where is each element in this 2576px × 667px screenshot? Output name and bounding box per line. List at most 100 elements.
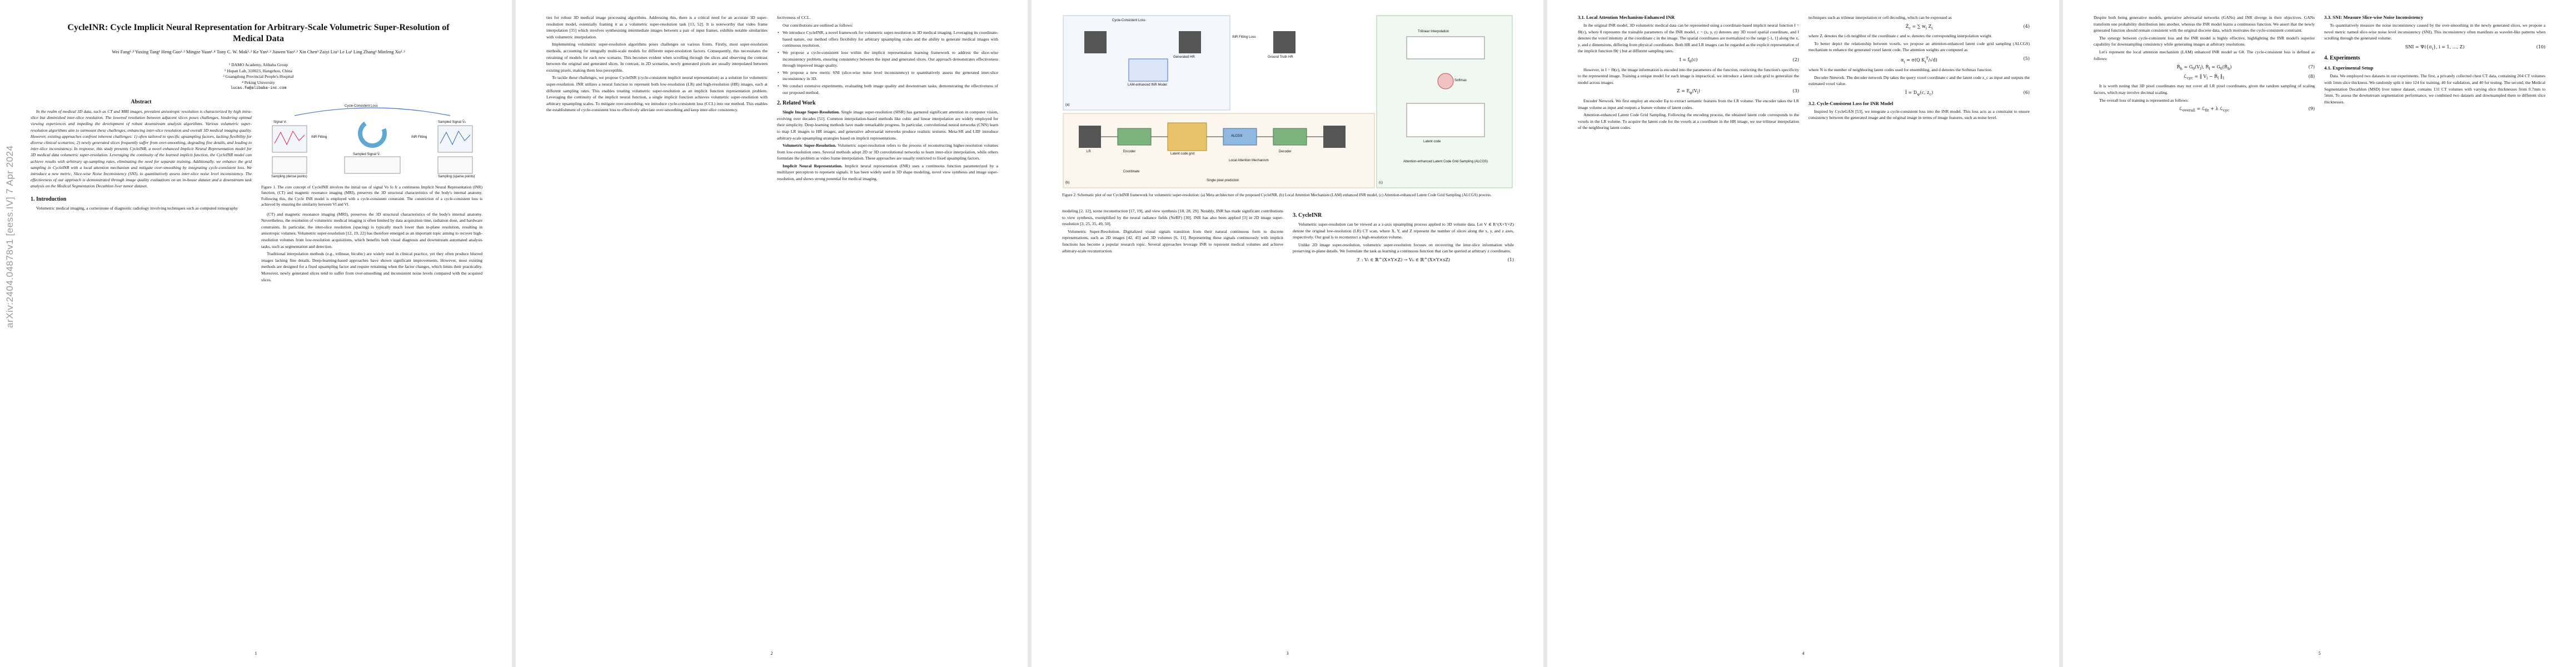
- paragraph: Unlike 2D image super-resolution, volume…: [1293, 242, 1514, 254]
- generated-hr-image: [1179, 31, 1201, 53]
- related-paragraph: Volumetric Super-Resolution. Volumetric …: [777, 143, 998, 161]
- intro-text: Volumetric medical imaging, a cornerston…: [36, 205, 238, 211]
- sampling-dense-label: Sampling (dense points): [271, 175, 307, 178]
- paragraph: techniques such as trilinear interpolati…: [1808, 15, 1952, 20]
- decoder-label: Decoder: [1279, 150, 1292, 153]
- equation: I = fθ(c) (2): [1679, 57, 1799, 64]
- figure-1-caption: Figure 1. The core concept of CycleINR i…: [261, 185, 482, 207]
- page-1: arXiv:2404.04878v1 [eess.IV] 7 Apr 2024 …: [0, 0, 512, 667]
- encoder-label: Encoder: [1123, 150, 1136, 153]
- trilinear-label: Trilinear Interpolation: [1418, 30, 1449, 33]
- paragraph: (CT) and magnetic resonance imaging (MRI…: [261, 211, 482, 249]
- paragraph: To better depict the relationship betwee…: [1808, 41, 2030, 53]
- lr-volume-image: [1084, 31, 1107, 53]
- related-work-heading: 2. Related Work: [777, 100, 816, 107]
- paragraph: Data. We employed two datasets in our ex…: [2324, 73, 2545, 104]
- paragraph: However, in I = fθ(c), the image informa…: [1578, 67, 1799, 85]
- page5-right-column: 3.3. SNI: Measure Slice-wise Noise Incon…: [2324, 14, 2545, 106]
- signal-l-label: Signal Vₗ: [273, 121, 287, 124]
- lr-label: LR: [1087, 150, 1091, 153]
- alcgs-title: Attention-enhanced Latent Code Grid Samp…: [1403, 160, 1488, 163]
- encoder-block: [1117, 128, 1152, 146]
- inr-fit-plot-left: [272, 156, 307, 174]
- figure-1: Cycle-Consistent Loss Signal Vₗ Sampled …: [261, 99, 482, 181]
- panel-a-tag: (a): [1065, 103, 1070, 107]
- sampled-h-label: Sampled Signal V̂ₕ: [438, 121, 466, 124]
- cycle-arrow: [294, 107, 451, 116]
- softmax-node: [1437, 73, 1454, 89]
- equation: Z = Eφ(Vl) (3): [1676, 88, 1799, 95]
- cycle-loss-label: Cycle-Consistent Loss: [1112, 19, 1145, 22]
- page-4: 3.1. Local Attention Mechanism-Enhanced …: [1547, 0, 2059, 667]
- page1-right-column: Figure 1. The core concept of CycleINR i…: [261, 185, 482, 284]
- affiliations: ¹ DAMO Academy, Alibaba Group ² Hupan Lab…: [223, 62, 294, 91]
- contribution-item: We propose a cycle-consistent loss withi…: [777, 49, 998, 69]
- abstract-text: In the realm of medical 3D data, such as…: [31, 109, 252, 189]
- page-3: Cycle-Consistent Loss LAM-enhanced INR M…: [1032, 0, 1543, 667]
- paragraph: Volumetric super-resolution can be viewe…: [1293, 222, 1514, 240]
- paragraph: Implementing volumetric super-resolution…: [546, 42, 768, 73]
- latent-grid-label: Latent code grid: [1170, 152, 1195, 156]
- ground-truth-label: Ground Truth HR: [1268, 56, 1293, 59]
- panel-c-tag: (c): [1379, 181, 1383, 185]
- page-number: 5: [2318, 651, 2321, 656]
- coordinate-label: Coordinate: [1123, 170, 1140, 173]
- page2-left-column: ties for robust 3D medical image process…: [546, 14, 768, 115]
- equation: SNI = Ψ({σi}, i = 1, …, Z) (10): [2405, 44, 2545, 51]
- paragraph: Despite both being generative models, ge…: [2094, 15, 2315, 33]
- paper-title: CycleINR: Cycle Implicit Neural Represen…: [67, 23, 450, 43]
- equation: ℒcyc = ‖ Vl − Ṙl ‖1 (8): [2184, 73, 2315, 81]
- panel-b-box: [1063, 113, 1375, 188]
- lam-label: Local Attention Mechanism: [1229, 159, 1269, 162]
- alcgs-label: ALCGS: [1231, 135, 1243, 138]
- page-number: 2: [770, 651, 773, 656]
- paragraph: The overall loss of training is represen…: [2099, 97, 2189, 103]
- decoder-block: [1273, 128, 1307, 146]
- latent-code-box: [1406, 103, 1485, 137]
- page-number: 1: [255, 651, 257, 656]
- page-5: Despite both being generative models, ge…: [2063, 0, 2576, 667]
- page4-right-column: techniques such as trilinear interpolati…: [1808, 14, 2030, 122]
- output-image: [1323, 126, 1346, 148]
- paragraph: Let's represent the local attention mech…: [2094, 49, 2315, 61]
- page5-left-column: Despite both being generative models, ge…: [2094, 14, 2315, 116]
- figure-1-diagram: [272, 107, 473, 174]
- paragraph: where N is the number of neighboring lat…: [1808, 67, 1992, 73]
- paragraph: Decoder Network. The decoder network Dψ …: [1808, 74, 2030, 87]
- page4-left-column: 3.1. Local Attention Mechanism-Enhanced …: [1578, 14, 1799, 132]
- figure-2-caption: Figure 2. Schematic plot of our CycleINR…: [1062, 193, 1492, 197]
- sampling-sparse-label: Sampling (sparse points): [438, 175, 475, 178]
- paragraph: In the original INR model, 3D volumetric…: [1578, 23, 1799, 54]
- related-paragraph: Implicit Neural Representation. Implicit…: [777, 163, 998, 182]
- inr-fitting-label-1: INR Fitting: [311, 136, 327, 139]
- contribution-item: We introduce CycleINR, a novel framework…: [777, 29, 998, 49]
- page-number: 4: [1802, 651, 1805, 656]
- page-number: 3: [1286, 651, 1289, 656]
- generated-hr-label: Generated HR: [1173, 56, 1195, 59]
- paragraph: Encoder Network. We first employ an enco…: [1578, 98, 1799, 110]
- related-paragraph: Single Image Super-Resolution. Single im…: [777, 109, 998, 141]
- paragraph: To quantitatively measure the noise inco…: [2324, 23, 2545, 41]
- paragraph: Volumetric Super-Resolution. Digitalized…: [1062, 228, 1283, 253]
- paragraph: The synergy between cycle-consistent los…: [2094, 35, 2315, 47]
- paragraph: It is worth noting that 3D pixel coordin…: [2094, 83, 2315, 95]
- paragraph: fectiveness of CCL.: [777, 15, 811, 20]
- contribution-item: We propose a new metric SNI (slice-wise …: [777, 69, 998, 82]
- section-heading: 3.1. Local Attention Mechanism-Enhanced …: [1578, 14, 1675, 20]
- lr-input-image: [1079, 126, 1101, 148]
- trilinear-box: [1406, 36, 1485, 59]
- paragraph: where Zᵢ denotes the i-th neighbor of th…: [1808, 33, 1992, 39]
- latent-grid-block: [1167, 122, 1207, 151]
- arxiv-stamp: arXiv:2404.04878v1 [eess.IV] 7 Apr 2024: [4, 145, 15, 328]
- figure-2: Cycle-Consistent Loss LAM-enhanced INR M…: [1062, 14, 1513, 189]
- abstract-heading: Abstract: [131, 99, 152, 105]
- ground-truth-image: [1273, 31, 1296, 53]
- latent-code-label: Latent code: [1423, 140, 1441, 143]
- paragraph: ties for robust 3D medical image process…: [546, 15, 768, 39]
- inr-fit-plot-right: [437, 156, 473, 174]
- section-heading: 4.1. Experimental Setup: [2324, 65, 2374, 71]
- equation: Ṙh = Gθ(Vl), Ṙl = Gθ(Ṙh) (7): [2176, 64, 2315, 71]
- panel-b-tag: (b): [1065, 181, 1070, 185]
- sampled-lr-plot: [344, 156, 401, 174]
- equation: αi = σ(Q KiT/√d) (5): [1901, 56, 2030, 64]
